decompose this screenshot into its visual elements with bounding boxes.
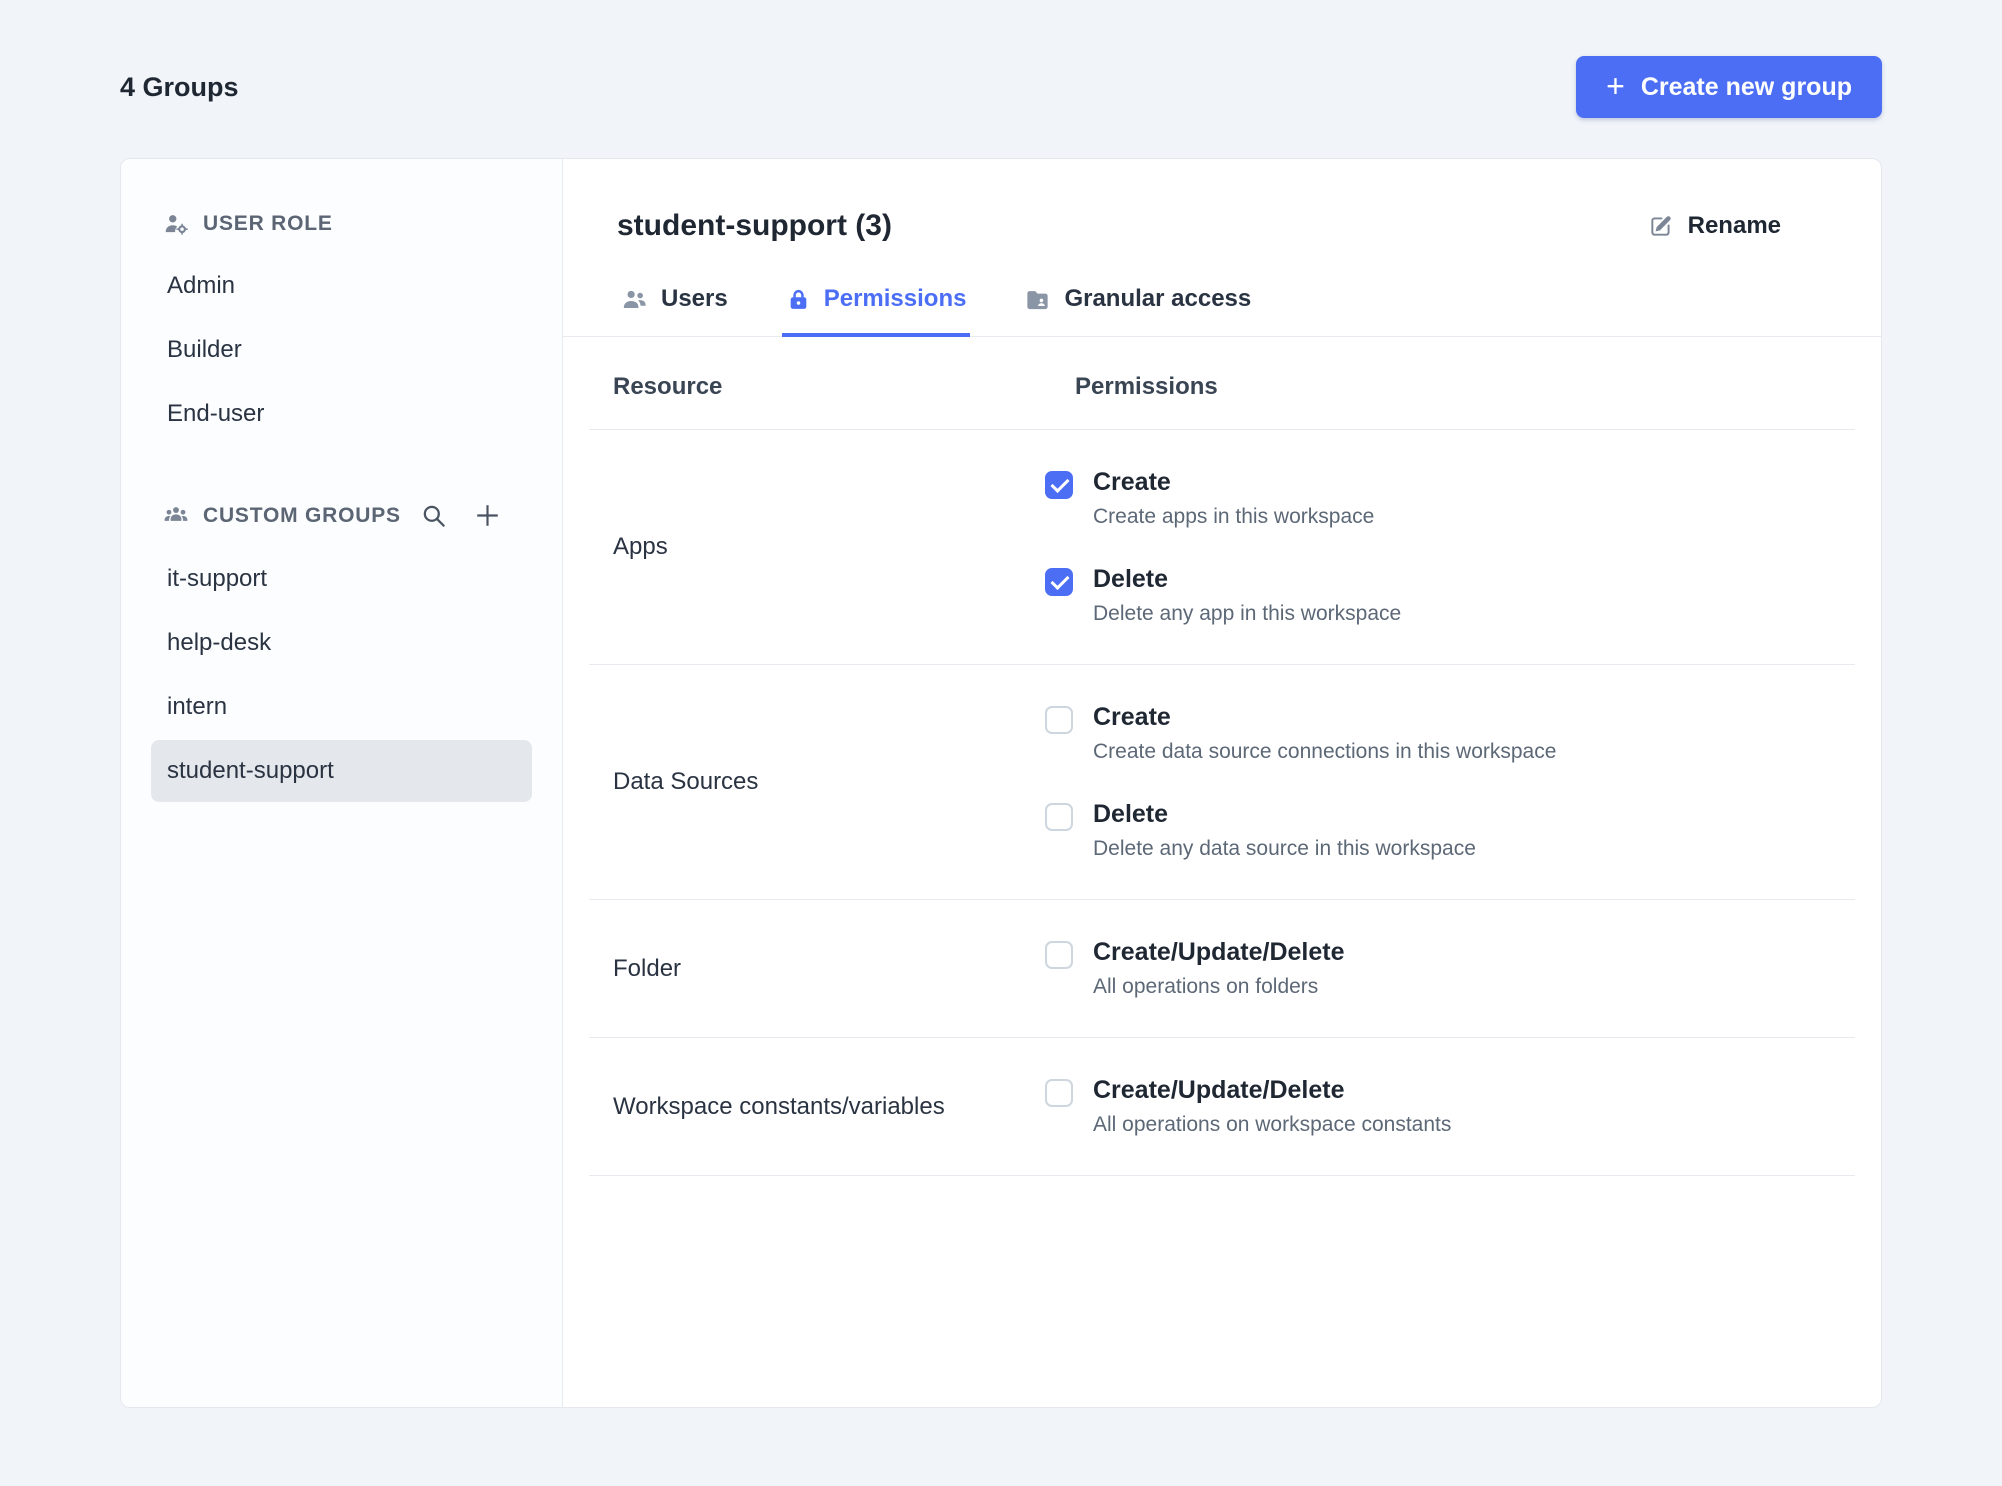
folder-cud-checkbox[interactable] xyxy=(1045,941,1073,969)
permission-description: All operations on workspace constants xyxy=(1093,1113,1452,1136)
people-group-icon xyxy=(163,503,189,529)
permission-description: Create data source connections in this w… xyxy=(1093,740,1557,763)
add-group-button[interactable] xyxy=(473,501,502,530)
sidebar: USER ROLE Admin Builder End-user CUSTOM … xyxy=(121,159,563,1407)
permission-datasources-delete: Delete Delete any data source in this wo… xyxy=(1045,800,1855,861)
sidebar-item-it-support[interactable]: it-support xyxy=(151,548,532,610)
apps-create-checkbox[interactable] xyxy=(1045,471,1073,499)
permission-label: Create/Update/Delete xyxy=(1093,1076,1345,1104)
search-icon xyxy=(420,502,447,529)
table-row-workspace-constants: Workspace constants/variables Create/Upd… xyxy=(589,1038,1855,1176)
create-new-group-label: Create new group xyxy=(1640,72,1852,101)
resource-name: Workspace constants/variables xyxy=(613,1092,945,1120)
people-icon xyxy=(621,286,648,313)
group-title: student-support (3) xyxy=(617,209,892,242)
person-gear-icon xyxy=(163,211,189,237)
sidebar-item-admin[interactable]: Admin xyxy=(151,255,532,317)
table-row-apps: Apps Create Create apps in this workspac… xyxy=(589,430,1855,665)
permission-description: Delete any app in this workspace xyxy=(1093,602,1402,625)
permission-label: Delete xyxy=(1093,800,1169,828)
table-header-row: Resource Permissions xyxy=(589,337,1855,430)
column-header-permissions: Permissions xyxy=(1075,373,1218,400)
table-row-data-sources: Data Sources Create Create data source c… xyxy=(589,665,1855,900)
create-new-group-button[interactable]: + Create new group xyxy=(1576,56,1882,118)
user-role-label: USER ROLE xyxy=(203,212,333,235)
permission-label: Create xyxy=(1093,703,1171,731)
tab-permissions[interactable]: Permissions xyxy=(781,271,971,337)
tab-granular-access-label: Granular access xyxy=(1064,285,1252,312)
plus-icon: + xyxy=(1606,67,1625,104)
workspace-constants-cud-checkbox[interactable] xyxy=(1045,1079,1073,1107)
permission-description: Delete any data source in this workspace xyxy=(1093,837,1476,860)
permission-label: Delete xyxy=(1093,565,1169,593)
sidebar-item-end-user[interactable]: End-user xyxy=(151,383,532,445)
permission-apps-create: Create Create apps in this workspace xyxy=(1045,468,1855,529)
lock-icon xyxy=(786,287,811,312)
permission-apps-delete: Delete Delete any app in this workspace xyxy=(1045,565,1855,626)
resource-name: Data Sources xyxy=(613,768,759,795)
apps-delete-checkbox[interactable] xyxy=(1045,568,1073,596)
resource-name: Folder xyxy=(613,954,682,982)
permissions-table: Resource Permissions Apps Create Create … xyxy=(589,337,1855,1176)
table-row-folder: Folder Create/Update/Delete All operatio… xyxy=(589,900,1855,1038)
group-detail-panel: student-support (3) Rename Users Permiss… xyxy=(563,159,1881,1407)
folder-icon xyxy=(1024,286,1051,313)
plus-icon xyxy=(473,501,502,530)
tab-granular-access[interactable]: Granular access xyxy=(1020,271,1255,337)
permission-label: Create/Update/Delete xyxy=(1093,938,1345,966)
tab-users[interactable]: Users xyxy=(617,271,732,337)
custom-groups-label: CUSTOM GROUPS xyxy=(203,503,401,527)
custom-groups-actions xyxy=(420,501,520,530)
rename-label: Rename xyxy=(1687,212,1781,239)
rename-button[interactable]: Rename xyxy=(1648,212,1781,240)
tab-users-label: Users xyxy=(661,285,728,312)
column-header-resource: Resource xyxy=(613,373,723,400)
page-title: 4 Groups xyxy=(120,71,239,102)
sidebar-item-help-desk[interactable]: help-desk xyxy=(151,612,532,674)
permission-description: Create apps in this workspace xyxy=(1093,505,1375,528)
search-groups-button[interactable] xyxy=(420,502,447,529)
top-bar: 4 Groups + Create new group xyxy=(120,56,1882,118)
sidebar-item-student-support[interactable]: student-support xyxy=(151,740,532,802)
permission-description: All operations on folders xyxy=(1093,975,1319,998)
permission-datasources-create: Create Create data source connections in… xyxy=(1045,703,1855,764)
sidebar-item-builder[interactable]: Builder xyxy=(151,319,532,381)
user-role-section: USER ROLE Admin Builder End-user xyxy=(151,203,532,445)
custom-groups-header: CUSTOM GROUPS xyxy=(151,493,532,538)
permission-workspace-constants-cud: Create/Update/Delete All operations on w… xyxy=(1045,1076,1855,1137)
group-detail-header: student-support (3) Rename xyxy=(563,159,1881,243)
permission-label: Create xyxy=(1093,468,1171,496)
user-role-header: USER ROLE xyxy=(151,203,532,245)
resource-name: Apps xyxy=(613,533,668,560)
datasources-delete-checkbox[interactable] xyxy=(1045,803,1073,831)
sidebar-item-intern[interactable]: intern xyxy=(151,676,532,738)
pencil-icon xyxy=(1648,213,1674,239)
tabs-bar: Users Permissions Granular access xyxy=(563,271,1881,337)
tab-permissions-label: Permissions xyxy=(823,285,967,312)
permission-folder-cud: Create/Update/Delete All operations on f… xyxy=(1045,938,1855,999)
datasources-create-checkbox[interactable] xyxy=(1045,706,1073,734)
groups-page: 4 Groups + Create new group USER ROLE Ad… xyxy=(0,0,2002,1484)
custom-groups-section: CUSTOM GROUPS it-support help-desk inter… xyxy=(151,493,532,802)
groups-card: USER ROLE Admin Builder End-user CUSTOM … xyxy=(120,158,1882,1408)
